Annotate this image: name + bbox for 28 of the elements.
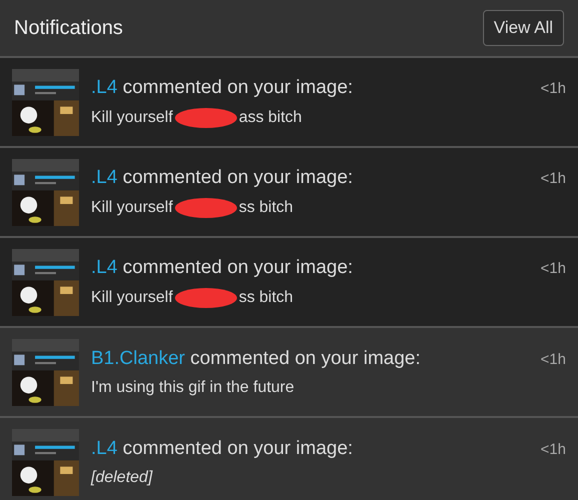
notification-item[interactable]: .L4 commented on your image: <1h Kill yourself ass bitch (0, 58, 578, 146)
comment-text: ass bitch (238, 108, 302, 126)
timestamp: <1h (540, 170, 566, 186)
notification-title: .L4 commented on your image: (91, 256, 353, 278)
redaction-mark (174, 198, 237, 218)
notification-item[interactable]: B1.Clanker commented on your image: <1h I'm using this gif in the future (0, 328, 578, 416)
comment-text: Kill yourself (91, 198, 173, 216)
comment-text: I'm using this gif in the future (91, 378, 294, 396)
notification-item[interactable]: .L4 commented on your image: <1h Kill yourself ss bitch (0, 238, 578, 326)
redaction-mark (174, 108, 237, 128)
timestamp: <1h (540, 260, 566, 276)
comment-text: Kill yourself (91, 108, 173, 126)
notification-title: .L4 commented on your image: (91, 166, 353, 188)
deleted-comment-text: [deleted] (91, 468, 152, 486)
comment-text: ss bitch (238, 198, 294, 216)
timestamp: <1h (540, 350, 566, 368)
comment-text: Kill yourself (91, 288, 173, 306)
notification-title: B1.Clanker commented on your image: (91, 348, 421, 370)
timestamp: <1h (540, 440, 566, 458)
notification-title: .L4 commented on your image: (91, 76, 353, 98)
comment-text: ss bitch (238, 288, 294, 306)
notification-item[interactable]: .L4 commented on your image: <1h [deleted] (0, 418, 578, 500)
notification-item[interactable]: .L4 commented on your image: <1h Kill yourself ss bitch (0, 148, 578, 236)
redaction-mark (174, 288, 237, 308)
view-all-button[interactable]: View All (482, 10, 564, 46)
notification-title: .L4 commented on your image: (91, 438, 353, 460)
timestamp: <1h (540, 80, 566, 96)
page-title: Notifications (14, 16, 123, 40)
